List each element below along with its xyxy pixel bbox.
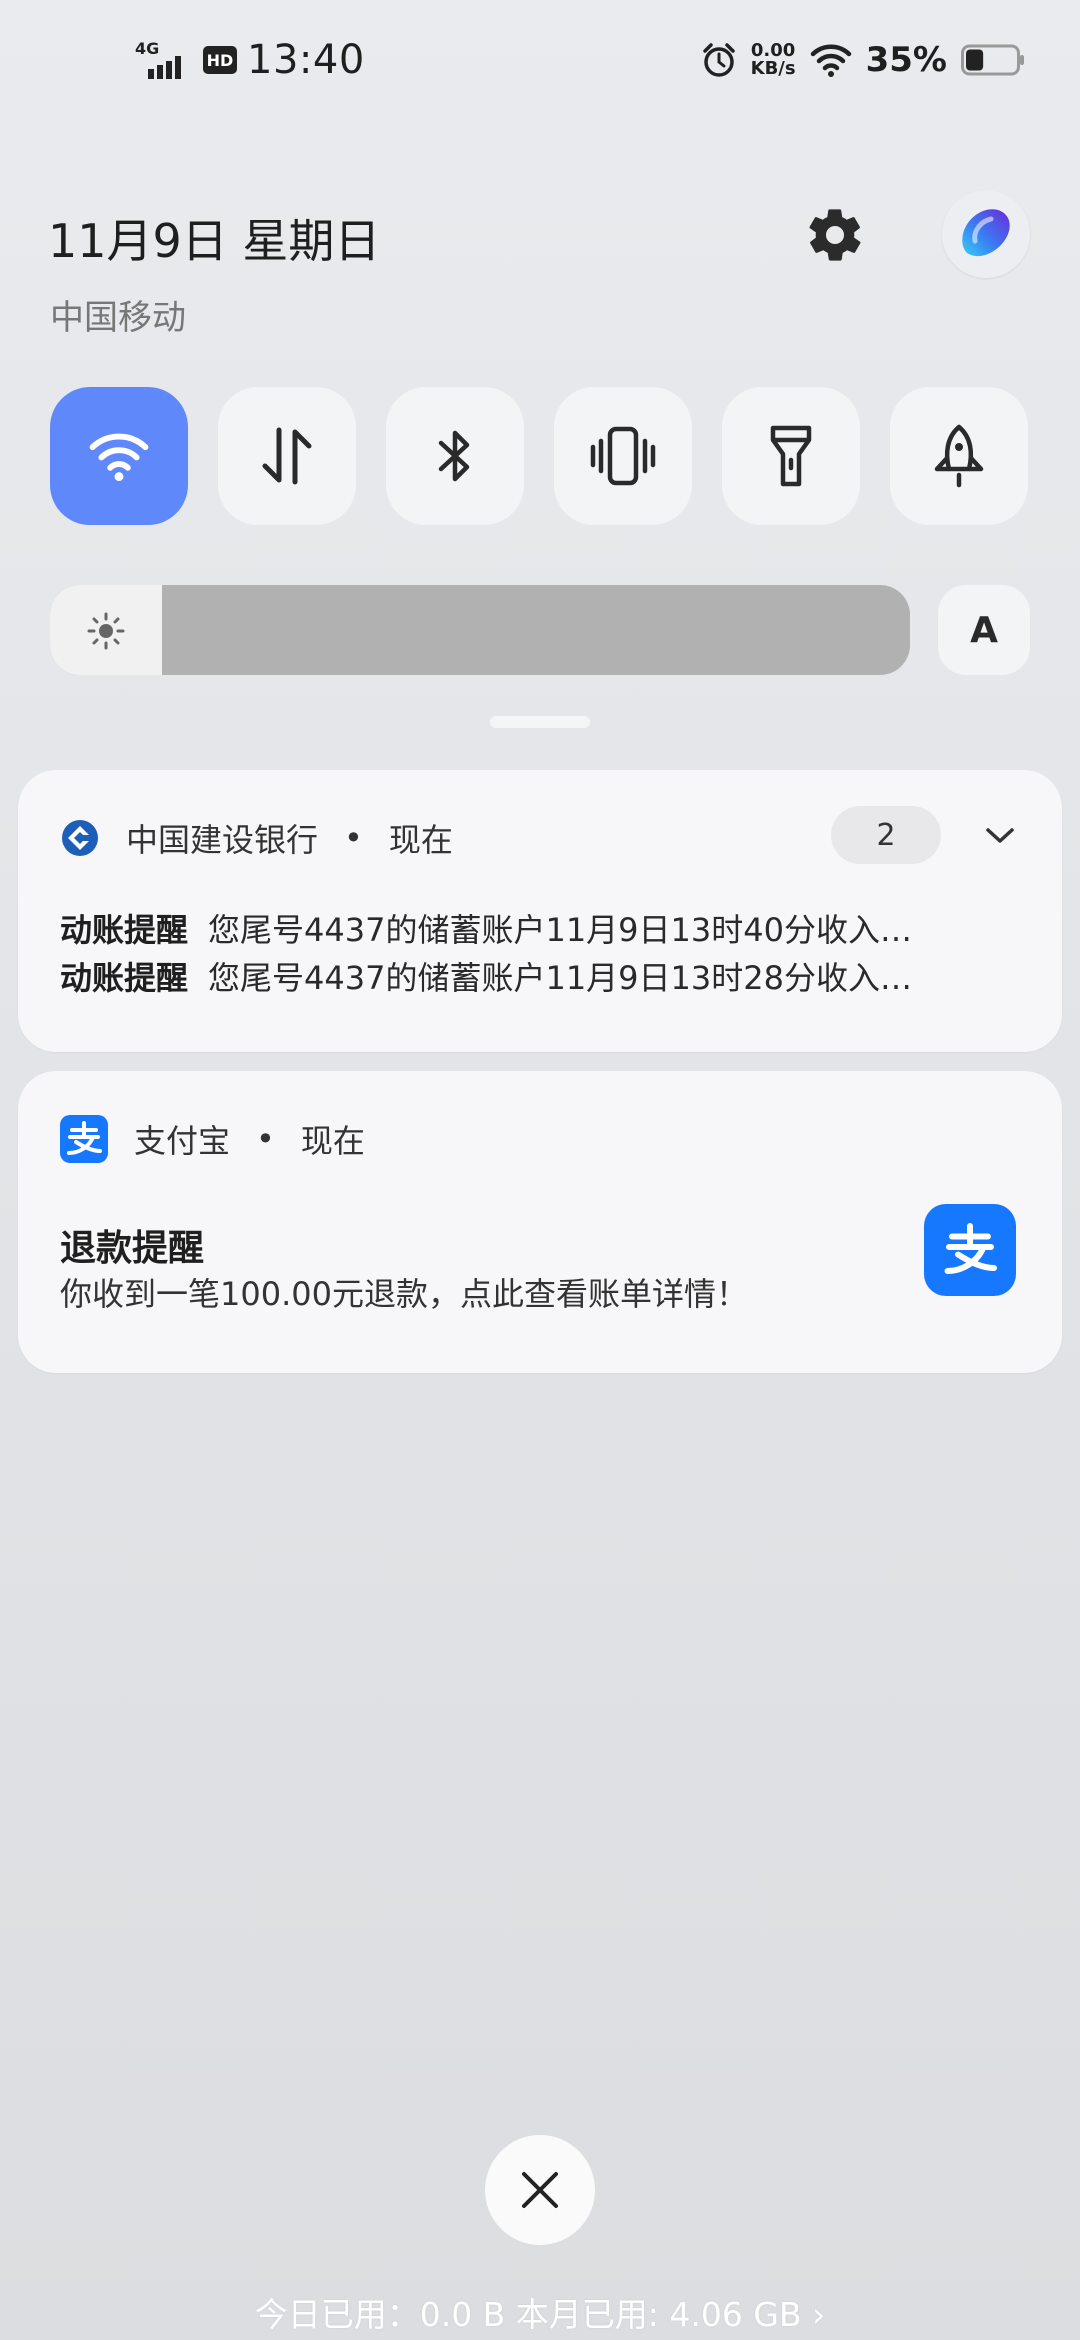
message-title: 动账提醒	[60, 959, 189, 997]
tile-mobile-data[interactable]	[218, 387, 356, 525]
notification-alipay[interactable]: 支付宝 • 现在 退款提醒 你收到一笔100.00元退款，点此查看账单详情！	[18, 1071, 1062, 1373]
chevron-down-icon	[986, 828, 1014, 843]
auto-brightness-button[interactable]: A	[938, 585, 1030, 675]
tile-rocket[interactable]	[890, 387, 1028, 525]
assistant-avatar[interactable]	[942, 190, 1030, 278]
drag-handle[interactable]	[490, 716, 590, 728]
bluetooth-icon	[438, 430, 470, 482]
notification-message: 动账提醒 您尾号4437的储蓄账户11月9日13时28分收入…	[60, 953, 1020, 999]
cellular-signal-icon: 4G	[135, 39, 181, 79]
wifi-icon	[89, 433, 149, 481]
tile-bluetooth[interactable]	[386, 387, 524, 525]
notification-header: 中国建设银行 • 现在	[60, 810, 453, 866]
network-type: 4G	[135, 39, 159, 58]
ccb-icon	[60, 818, 100, 858]
brightness-slider[interactable]	[50, 585, 910, 675]
gear-icon	[809, 209, 861, 261]
message-text: 您尾号4437的储蓄账户11月9日13时28分收入…	[208, 959, 912, 997]
data-transfer-icon	[262, 427, 312, 485]
vibrate-icon	[590, 426, 656, 486]
battery-icon	[961, 44, 1024, 76]
notification-title: 退款提醒	[60, 1228, 205, 1269]
notification-app-name: 中国建设银行	[126, 821, 319, 859]
assistant-orb-icon	[962, 209, 1010, 257]
sun-icon	[87, 612, 125, 650]
alipay-large-icon	[924, 1204, 1016, 1296]
notification-body: 你收到一笔100.00元退款，点此查看账单详情！	[60, 1275, 748, 1313]
notification-header: 支付宝 • 现在	[60, 1111, 365, 1167]
notification-time: 现在	[300, 1122, 365, 1160]
carrier-label: 中国移动	[50, 298, 186, 338]
separator-dot: •	[256, 1120, 275, 1158]
status-right: 0.00 KB/s 35%	[701, 30, 1025, 90]
rocket-icon	[934, 424, 984, 488]
status-time: 13:40	[247, 37, 365, 83]
notification-message: 动账提醒 您尾号4437的储蓄账户11月9日13时40分收入…	[60, 905, 1020, 951]
tile-flashlight[interactable]	[722, 387, 860, 525]
tile-wifi[interactable]	[50, 387, 188, 525]
settings-button[interactable]	[800, 200, 870, 270]
expand-button[interactable]	[978, 814, 1022, 858]
hd-label: HD	[207, 51, 234, 70]
alipay-small-icon	[60, 1115, 108, 1163]
alarm-icon	[702, 43, 735, 77]
notification-time: 现在	[388, 821, 453, 859]
date-label: 11月9日 星期日	[48, 214, 381, 268]
clear-all-button[interactable]	[485, 2135, 595, 2245]
message-title: 动账提醒	[60, 911, 189, 949]
status-left: 4G HD 13:40	[135, 30, 365, 90]
notification-app-name: 支付宝	[134, 1122, 231, 1160]
battery-percent: 35%	[865, 40, 947, 80]
hd-icon: HD	[203, 46, 237, 74]
data-usage-link[interactable]: 今日已用：0.0 B 本月已用: 4.06 GB ›	[0, 2288, 1080, 2336]
quick-settings-tiles	[50, 387, 1028, 525]
wifi-status-icon	[810, 44, 851, 77]
network-speed-unit: KB/s	[750, 58, 796, 79]
notification-count-badge[interactable]: 2	[831, 806, 941, 864]
message-text: 您尾号4437的储蓄账户11月9日13时40分收入…	[208, 911, 912, 949]
flashlight-icon	[770, 425, 812, 487]
close-icon	[522, 2172, 558, 2208]
separator-dot: •	[344, 819, 363, 857]
tile-vibrate[interactable]	[554, 387, 692, 525]
network-speed: 0.00 KB/s	[751, 42, 796, 78]
status-bar: 4G HD 13:40 0.00 KB/s 35%	[0, 0, 1080, 120]
notification-ccb[interactable]: 中国建设银行 • 现在 2 动账提醒 您尾号4437的储蓄账户11月9日13时40…	[18, 770, 1062, 1052]
